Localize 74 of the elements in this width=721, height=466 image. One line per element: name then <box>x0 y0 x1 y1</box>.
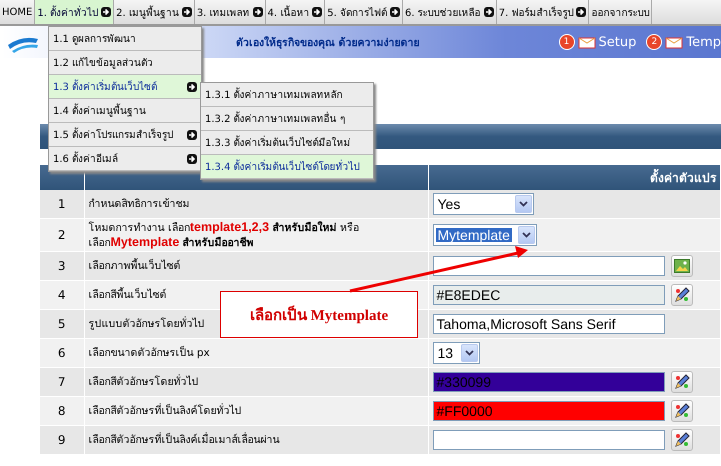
pencil-icon <box>674 374 690 390</box>
dropdown-item[interactable]: 1.1 ดูผลการพัฒนา <box>49 27 201 51</box>
dropdown-item[interactable]: 1.2 แก้ไขข้อมูลส่วนตัว <box>49 51 201 75</box>
envelope-icon <box>578 35 596 49</box>
row-number: 5 <box>40 310 84 338</box>
row-number: 8 <box>40 396 84 426</box>
dropdown-item[interactable]: 1.6 ตั้งค่าอีเมล์ <box>49 147 201 171</box>
row-number: 6 <box>40 338 84 368</box>
row-number: 1 <box>40 190 84 218</box>
menu-item[interactable]: 7. ฟอร์มสำเร็จรูป <box>496 0 590 24</box>
column-header: ตั้งค่าตัวแปร <box>428 165 720 190</box>
color-picker-button[interactable] <box>670 400 692 422</box>
arrow-icon <box>101 7 112 17</box>
pencil-icon <box>674 287 690 303</box>
color-picker-button[interactable] <box>670 371 692 393</box>
image-picker-button[interactable] <box>670 255 692 277</box>
color-field[interactable] <box>432 430 664 450</box>
envelope-icon <box>665 35 684 49</box>
dropdown-item[interactable]: 1.4 ตั้งค่าเมนูพื้นฐาน <box>49 99 201 123</box>
dropdown-select[interactable]: Mytemplate <box>432 224 537 246</box>
row-number: 3 <box>40 252 84 280</box>
picture-icon <box>674 259 690 273</box>
step-number: 2 <box>646 34 662 50</box>
dropdown-select[interactable]: Yes <box>432 193 534 215</box>
setting-label: เลือกขนาดตัวอักษรเป็น px <box>84 338 428 368</box>
dropdown-item[interactable]: 1.3 ตั้งค่าเริ่มต้นเว็บไซต์ <box>49 75 201 99</box>
setting-label: กำหนดสิทธิการเข้าชม <box>84 190 428 218</box>
color-picker-button[interactable] <box>670 284 692 306</box>
row-number: 4 <box>40 280 84 310</box>
arrow-icon <box>576 7 586 17</box>
arrow-icon <box>187 130 197 140</box>
menu-item[interactable]: 3. เทมเพลท <box>194 0 266 24</box>
caret-icon <box>518 201 528 207</box>
menu-item[interactable]: 5. จัดการไฟต์ <box>325 0 404 24</box>
submenu-item[interactable]: 1.3.1 ตั้งค่าภาษาเทมเพลทหลัก <box>201 83 373 107</box>
submenu-item[interactable]: 1.3.2 ตั้งค่าภาษาเทมเพลทอื่น ๆ <box>201 107 373 131</box>
step-number: 1 <box>558 34 574 50</box>
row-number: 7 <box>40 368 84 396</box>
row-number: 9 <box>40 426 84 454</box>
arrow-icon <box>187 154 197 164</box>
arrow-icon <box>252 7 263 17</box>
arrow-icon <box>182 7 192 17</box>
color-field[interactable]: #E8EDEC <box>432 285 664 305</box>
caret-icon <box>522 232 531 238</box>
menu-item[interactable]: 4. เนื้อหา <box>266 0 326 24</box>
setting-label: เลือกสีตัวอักษรที่เป็นลิงค์เมื่อเมาส์เลื่อนผ่าน <box>84 426 428 454</box>
arrow-icon <box>312 7 322 17</box>
color-picker-button[interactable] <box>670 429 692 451</box>
setting-label: เลือกสีตัวอักษรโดยทั่วไป <box>84 368 428 396</box>
color-field[interactable]: #FF0000 <box>432 401 664 421</box>
pencil-icon <box>674 432 690 448</box>
arrow-icon <box>484 7 494 17</box>
setting-label: โหมดการทำงาน เลือกtemplate1,2,3 สำหรับมือใหม่ หรือเลือกMytemplate สำหรับมืออาชีพ <box>84 218 428 252</box>
menu-item[interactable]: 2. เมนูพื้นฐาน <box>114 0 195 24</box>
image-field[interactable] <box>432 256 664 276</box>
submenu-item[interactable]: 1.3.3 ตั้งค่าเริ่มต้นเว็บไซต์มือใหม่ <box>201 131 373 155</box>
row-number: 2 <box>40 218 84 252</box>
submenu-item[interactable]: 1.3.4 ตั้งค่าเริ่มต้นเว็บไซต์โดยทั่วไป <box>201 155 373 179</box>
setting-label: เลือกภาพพื้นเว็บไซต์ <box>84 252 428 280</box>
menu-item[interactable]: 1. ตั้งค่าทั่วไป <box>35 0 114 24</box>
dropdown-item[interactable]: 1.5 ตั้งค่าโปรแกรมสำเร็จรูป <box>49 123 201 147</box>
step-label[interactable]: Setup <box>598 34 636 50</box>
menu-item[interactable]: 6. ระบบช่วยเหลือ <box>403 0 497 24</box>
setting-label: เลือกสีตัวอักษรที่เป็นลิงค์โดยทั่วไป <box>84 396 428 426</box>
annotation-callout: เลือกเป็น Mytemplate <box>220 291 418 338</box>
text-field[interactable]: Tahoma,Microsoft Sans Serif <box>432 314 664 334</box>
pencil-icon <box>674 403 690 419</box>
slogan-text: ตัวเองให้ธุรกิจของคุณ ด้วยความง่ายดาย <box>236 35 420 50</box>
step-label[interactable]: Temp <box>686 34 721 50</box>
dropdown-select[interactable]: 13 <box>432 342 480 364</box>
caret-icon <box>465 350 474 356</box>
arrow-icon <box>187 82 197 92</box>
menu-item[interactable]: ออกจากระบบ <box>589 0 652 24</box>
arrow-icon <box>390 7 400 17</box>
